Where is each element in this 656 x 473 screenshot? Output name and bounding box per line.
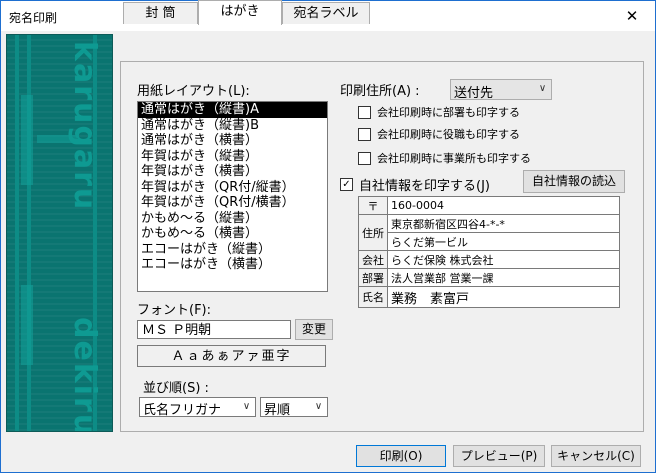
close-icon[interactable]: ✕ (609, 1, 655, 31)
layout-list-item[interactable]: エコーはがき（縦書） (138, 242, 327, 258)
side-banner-image: karugaru dekiru (6, 34, 113, 432)
checkbox-icon[interactable] (358, 151, 371, 165)
window-title: 宛名印刷 (9, 11, 58, 25)
sort-order-select[interactable]: 昇順 ∨ (260, 397, 328, 418)
person-name-field[interactable]: 業務 素富戸 (387, 286, 620, 308)
postal-mark: 〒 (358, 196, 388, 215)
address-value: 送付先 (454, 86, 494, 101)
dept-name-field[interactable]: 法人営業部 営業一課 (387, 268, 620, 287)
layout-list-item[interactable]: 年賀はがき（QR付/縦書） (138, 180, 327, 196)
font-label: フォント(F): (137, 303, 212, 318)
sort-field-select[interactable]: 氏名フリガナ ∨ (139, 397, 256, 418)
banner-word-karugaru: karugaru (67, 41, 102, 212)
layout-list-item[interactable]: エコーはがき（横書） (138, 257, 327, 273)
layout-list-item[interactable]: 年賀はがき（縦書） (138, 149, 327, 165)
address-head: 住所 (358, 214, 388, 251)
sort-field-value: 氏名フリガナ (143, 403, 222, 418)
postal-code-field[interactable]: 160-0004 (387, 196, 620, 215)
layout-label: 用紙レイアウト(L): (137, 84, 250, 99)
font-change-button[interactable]: 変更 (295, 319, 333, 340)
option-print-dept[interactable]: 会社印刷時に部署も印字する (358, 104, 520, 120)
cancel-button[interactable]: キャンセル(C) (551, 445, 641, 467)
check-mark-icon[interactable]: ✓ (340, 178, 353, 191)
sort-label: 並び順(S) : (143, 381, 209, 396)
layout-list-item[interactable]: 年賀はがき（QR付/横書） (138, 195, 327, 211)
font-field[interactable]: ＭＳ Ｐ明朝 (137, 320, 291, 339)
layout-list-item[interactable]: かもめ～る（横書） (138, 226, 327, 242)
load-company-info-button[interactable]: 自社情報の読込 (523, 170, 625, 193)
tab-postcard[interactable]: はがき (198, 0, 282, 25)
option-print-office[interactable]: 会社印刷時に事業所も印字する (358, 150, 531, 166)
chevron-down-icon: ∨ (314, 401, 323, 412)
address-select[interactable]: 送付先 ∨ (450, 79, 552, 101)
option-print-title[interactable]: 会社印刷時に役職も印字する (358, 126, 520, 142)
address-line1-field[interactable]: 東京都新宿区四谷4-*-* (387, 214, 620, 233)
company-head: 会社 (358, 250, 388, 269)
company-info-checkbox[interactable]: ✓ 自社情報を印字する(J) (340, 175, 490, 194)
company-name-field[interactable]: らくだ保険 株式会社 (387, 250, 620, 269)
chevron-down-icon: ∨ (538, 83, 547, 94)
checkbox-icon[interactable] (358, 127, 371, 141)
banner-word-dekiru: dekiru (67, 317, 102, 432)
layout-list-item[interactable]: 年賀はがき（横書） (138, 164, 327, 180)
print-button[interactable]: 印刷(O) (356, 445, 446, 467)
layout-listbox[interactable]: 通常はがき（縦書)A 通常はがき（縦書)B 通常はがき（横書） 年賀はがき（縦書） 年賀… (137, 101, 328, 292)
layout-list-item[interactable]: 通常はがき（横書） (138, 133, 327, 149)
address-line2-field[interactable]: らくだ第一ビル (387, 232, 620, 251)
checkbox-icon[interactable] (358, 105, 371, 119)
layout-list-item[interactable]: 通常はがき（縦書)B (138, 118, 327, 134)
company-info-table: 〒 160-0004 住所 東京都新宿区四谷4-*-* らくだ第一ビル 会社 ら… (358, 196, 620, 308)
tab-address-label[interactable]: 宛名ラベル (282, 2, 370, 24)
sort-order-value: 昇順 (264, 403, 291, 418)
dept-head: 部署 (358, 268, 388, 287)
company-info-label: 自社情報を印字する(J) (359, 179, 490, 194)
chevron-down-icon: ∨ (242, 401, 251, 412)
address-label: 印刷住所(A) : (340, 84, 420, 99)
layout-list-item[interactable]: かもめ～る（縦書） (138, 211, 327, 227)
preview-button[interactable]: プレビュー(P) (453, 445, 545, 467)
layout-list-item[interactable]: 通常はがき（縦書)A (138, 102, 327, 118)
tab-envelope[interactable]: 封 筒 (123, 2, 198, 24)
font-sample: Ａａあぁアァ亜字 (137, 345, 326, 367)
name-head: 氏名 (358, 286, 388, 308)
